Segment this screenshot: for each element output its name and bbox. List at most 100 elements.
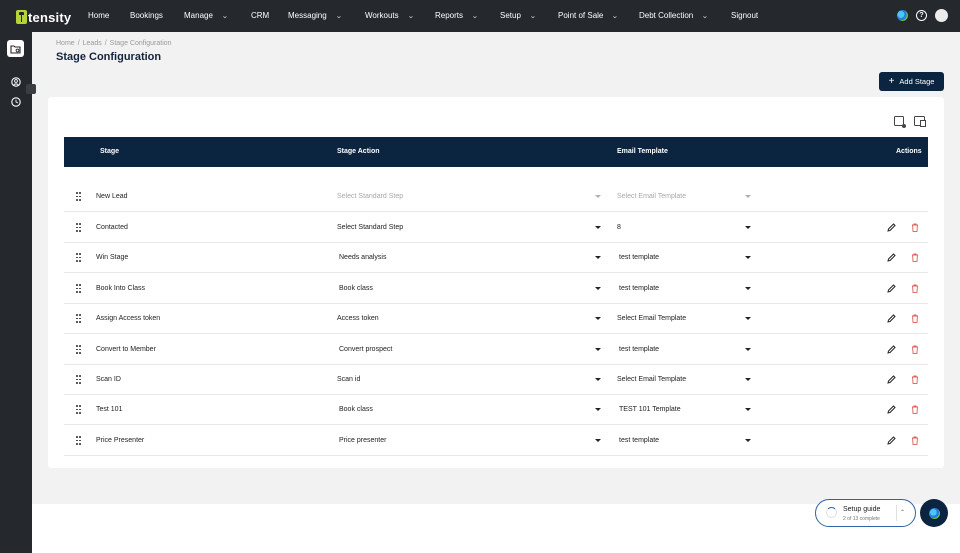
user-circle-icon[interactable] bbox=[7, 73, 24, 90]
nav-item-signout[interactable]: Signout bbox=[731, 11, 758, 20]
nav-item-debt-collection[interactable]: Debt Collection ⌄ bbox=[639, 11, 709, 20]
delete-trash-icon[interactable] bbox=[911, 436, 919, 445]
add-stage-label: Add Stage bbox=[899, 77, 935, 86]
setup-guide-title: Setup guide bbox=[843, 506, 881, 513]
stage-action-select[interactable]: Convert prospect bbox=[339, 346, 392, 353]
edit-pencil-icon[interactable] bbox=[887, 253, 896, 262]
caret-down-icon bbox=[745, 287, 751, 290]
delete-trash-icon[interactable] bbox=[911, 405, 919, 414]
nav-item-workouts[interactable]: Workouts ⌄ bbox=[365, 11, 414, 20]
email-template-select[interactable]: test template bbox=[619, 437, 659, 444]
plus-icon: + bbox=[888, 75, 895, 87]
setup-guide-widget[interactable]: Setup guide 2 of 13 complete ⌃ bbox=[815, 499, 916, 527]
table-row: Assign Access token Access token Select … bbox=[64, 304, 928, 334]
stage-name: Convert to Member bbox=[96, 346, 156, 353]
stage-action-select[interactable]: Book class bbox=[339, 285, 373, 292]
nav-item-label: Workouts bbox=[365, 11, 399, 20]
help-icon[interactable]: ? bbox=[916, 10, 927, 21]
user-avatar[interactable] bbox=[935, 9, 948, 22]
drag-handle-icon[interactable] bbox=[76, 314, 81, 323]
stage-action-select[interactable]: Select Standard Step bbox=[337, 224, 403, 231]
stage-action-select[interactable]: Book class bbox=[339, 406, 373, 413]
nav-item-label: Bookings bbox=[130, 11, 163, 20]
nav-item-setup[interactable]: Setup ⌄ bbox=[500, 11, 536, 20]
edit-pencil-icon[interactable] bbox=[887, 284, 896, 293]
edit-pencil-icon[interactable] bbox=[887, 345, 896, 354]
add-stage-button[interactable]: + Add Stage bbox=[879, 72, 944, 91]
delete-trash-icon[interactable] bbox=[911, 345, 919, 354]
breadcrumb-item[interactable]: Leads bbox=[83, 40, 102, 47]
stage-name: Win Stage bbox=[96, 254, 129, 261]
email-template-select[interactable]: 8 bbox=[617, 224, 621, 231]
delete-trash-icon[interactable] bbox=[911, 253, 919, 262]
breadcrumb-item[interactable]: Home bbox=[56, 40, 75, 47]
nav-item-home[interactable]: Home bbox=[88, 11, 109, 20]
edit-pencil-icon[interactable] bbox=[887, 223, 896, 232]
header-actions: Actions bbox=[896, 148, 922, 155]
stage-action-select: Select Standard Step bbox=[337, 193, 404, 200]
stage-action-select[interactable]: Needs analysis bbox=[339, 254, 386, 261]
setup-guide-progress: 2 of 13 complete bbox=[843, 516, 880, 522]
table-row: Convert to Member Convert prospect test … bbox=[64, 335, 928, 365]
caret-down-icon bbox=[595, 378, 601, 381]
nav-item-reports[interactable]: Reports ⌄ bbox=[435, 11, 478, 20]
delete-trash-icon[interactable] bbox=[911, 375, 919, 384]
stage-action-select[interactable]: Scan id bbox=[337, 376, 360, 383]
globe-icon[interactable] bbox=[897, 10, 908, 21]
caret-down-icon bbox=[745, 408, 751, 411]
drag-handle-icon[interactable] bbox=[76, 253, 81, 262]
clock-circle-icon[interactable] bbox=[7, 93, 24, 110]
logo[interactable]: tensity bbox=[16, 9, 71, 25]
email-template-select[interactable]: test template bbox=[619, 285, 659, 292]
edit-pencil-icon[interactable] bbox=[887, 436, 896, 445]
chevron-up-icon[interactable]: ⌃ bbox=[900, 509, 905, 516]
caret-down-icon bbox=[745, 439, 751, 442]
header-stage-action: Stage Action bbox=[337, 148, 380, 155]
email-template-select[interactable]: TEST 101 Template bbox=[619, 406, 681, 413]
breadcrumb: Home / Leads / Stage Configuration bbox=[56, 40, 175, 47]
caret-down-icon bbox=[595, 348, 601, 351]
drag-handle-icon[interactable] bbox=[76, 405, 81, 414]
nav-item-messaging[interactable]: Messaging ⌄ bbox=[288, 11, 342, 20]
top-navbar: tensity Home Bookings Manage ⌄ CRM Messaging ⌄… bbox=[0, 0, 960, 32]
nav-item-bookings[interactable]: Bookings bbox=[130, 11, 163, 20]
delete-trash-icon[interactable] bbox=[911, 314, 919, 323]
header-stage: Stage bbox=[100, 148, 120, 155]
edit-pencil-icon[interactable] bbox=[887, 375, 896, 384]
drag-handle-icon[interactable] bbox=[76, 192, 81, 201]
email-template-select[interactable]: Select Email Template bbox=[617, 376, 686, 383]
email-template-select[interactable]: test template bbox=[619, 254, 659, 261]
folder-settings-icon[interactable] bbox=[7, 40, 24, 57]
chat-launcher-button[interactable] bbox=[920, 499, 948, 527]
drag-handle-icon[interactable] bbox=[76, 223, 81, 232]
stage-name: Book Into Class bbox=[96, 285, 146, 292]
nav-item-label: Reports bbox=[435, 11, 464, 20]
nav-item-point-of-sale[interactable]: Point of Sale ⌄ bbox=[558, 11, 619, 20]
edit-pencil-icon[interactable] bbox=[887, 405, 896, 414]
chevron-down-icon: ⌄ bbox=[335, 12, 343, 20]
column-view-icon[interactable] bbox=[914, 116, 926, 127]
chevron-down-icon: ⌄ bbox=[471, 12, 479, 20]
email-template-select[interactable]: test template bbox=[619, 346, 659, 353]
stage-action-select[interactable]: Price presenter bbox=[339, 437, 386, 444]
nav-item-manage[interactable]: Manage ⌄ bbox=[184, 11, 228, 20]
nav-item-label: Debt Collection bbox=[639, 11, 694, 20]
delete-trash-icon[interactable] bbox=[911, 284, 919, 293]
drag-handle-icon[interactable] bbox=[76, 345, 81, 354]
sidebar-collapse-button[interactable] bbox=[26, 84, 36, 94]
caret-down-icon bbox=[745, 348, 751, 351]
caret-down-icon bbox=[595, 256, 601, 259]
caret-down-icon bbox=[595, 226, 601, 229]
drag-handle-icon[interactable] bbox=[76, 375, 81, 384]
delete-trash-icon[interactable] bbox=[911, 223, 919, 232]
drag-handle-icon[interactable] bbox=[76, 284, 81, 293]
email-template-select[interactable]: Select Email Template bbox=[617, 315, 686, 322]
nav-item-label: Setup bbox=[500, 11, 521, 20]
drag-handle-icon[interactable] bbox=[76, 436, 81, 445]
stage-name: Assign Access token bbox=[96, 315, 161, 322]
nav-item-crm[interactable]: CRM bbox=[251, 11, 269, 20]
edit-pencil-icon[interactable] bbox=[887, 314, 896, 323]
stage-action-select[interactable]: Access token bbox=[337, 315, 379, 322]
caret-down-icon bbox=[745, 378, 751, 381]
table-settings-icon[interactable] bbox=[894, 116, 906, 128]
